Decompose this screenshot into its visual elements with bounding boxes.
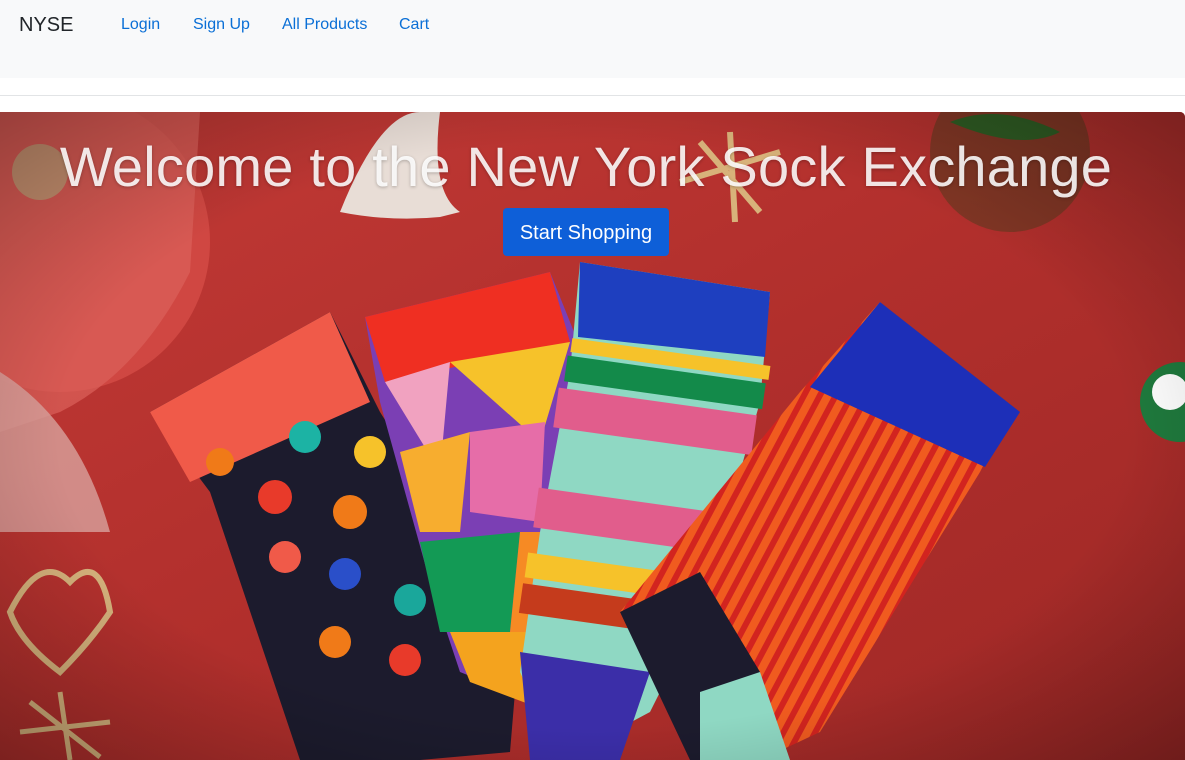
nav-all-products-link[interactable]: All Products	[282, 16, 367, 34]
hero-banner: Welcome to the New York Sock Exchange St…	[0, 112, 1185, 760]
nav-cart-link[interactable]: Cart	[399, 16, 429, 34]
nav-signup-link[interactable]: Sign Up	[193, 16, 250, 34]
navbar: NYSE Login Sign Up All Products Cart	[0, 0, 1185, 78]
brand-link[interactable]: NYSE	[19, 14, 73, 37]
hero-title: Welcome to the New York Sock Exchange	[59, 135, 1113, 198]
nav-login-link[interactable]: Login	[121, 16, 160, 34]
divider	[0, 95, 1185, 96]
start-shopping-button[interactable]: Start Shopping	[503, 208, 669, 256]
